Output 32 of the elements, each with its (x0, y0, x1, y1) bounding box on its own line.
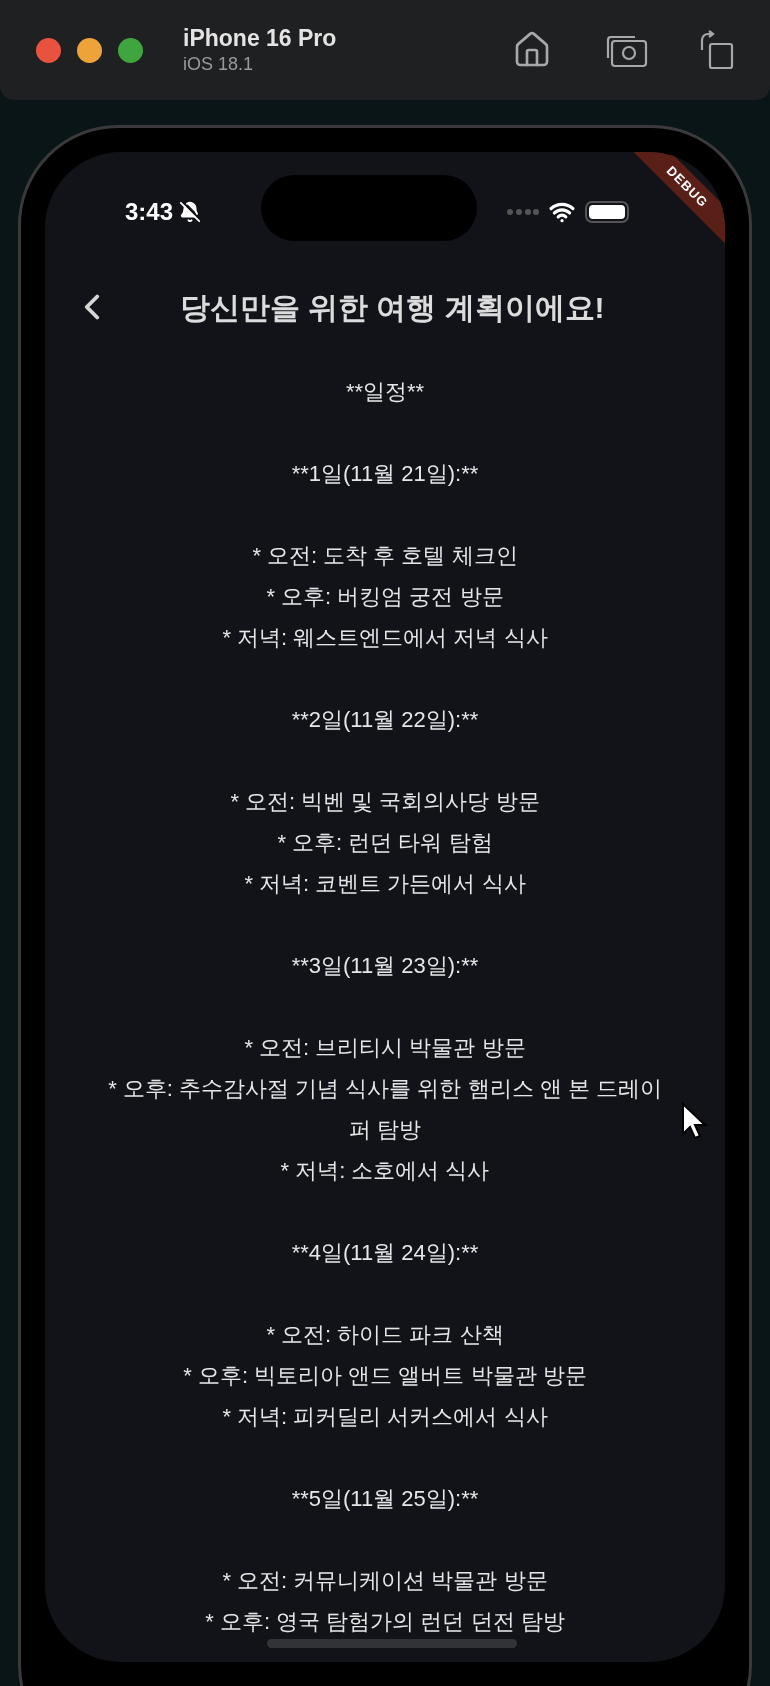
schedule-item: * 오후: 추수감사절 기념 식사를 위한 햄리스 앤 본 드레이퍼 탐방 (107, 1075, 663, 1144)
cursor-icon (681, 1102, 707, 1140)
schedule-item: * 오후: 영국 탐험가의 런던 던전 탐방 (205, 1608, 565, 1636)
schedule-item: * 오후: 런던 타워 탐험 (277, 829, 493, 857)
minimize-icon[interactable] (77, 37, 102, 63)
signal-icon (507, 209, 539, 215)
day-heading: **2일(11월 22일):** (291, 706, 479, 734)
plan-heading: **일정** (345, 378, 425, 406)
schedule-item: * 오전: 도착 후 호텔 체크인 (252, 542, 518, 570)
window-title: iPhone 16 Pro (183, 24, 337, 54)
schedule-item: * 오전: 커뮤니케이션 박물관 방문 (222, 1567, 548, 1595)
schedule-item: * 저녁: 소호에서 식사 (280, 1157, 490, 1185)
schedule-item: * 오전: 빅벤 및 국회의사당 방문 (230, 788, 540, 816)
schedule-item: * 오후: 빅토리아 앤드 앨버트 박물관 방문 (183, 1362, 587, 1390)
schedule-item: * 저녁: 코벤트 가든에서 식사 (244, 870, 526, 898)
schedule-item: * 오후: 버킹엄 궁전 방문 (266, 583, 504, 611)
schedule-item: * 저녁: 피커딜리 서커스에서 식사 (222, 1403, 548, 1431)
rotate-icon[interactable] (700, 30, 734, 70)
day-heading: **1일(11월 21일):** (291, 460, 479, 488)
schedule-item: * 저녁: 웨스트엔드에서 저녁 식사 (222, 624, 548, 652)
close-icon[interactable] (36, 37, 61, 63)
day-heading: **3일(11월 23일):** (291, 952, 479, 980)
schedule-item: * 오전: 브리티시 박물관 방문 (244, 1034, 526, 1062)
window-subtitle: iOS 18.1 (183, 53, 255, 76)
bell-off-icon (179, 201, 202, 223)
schedule-item: * 오전: 하이드 파크 산책 (266, 1321, 504, 1349)
day-heading: **4일(11월 24일):** (291, 1239, 479, 1267)
battery-icon (585, 201, 629, 223)
zoom-icon[interactable] (118, 37, 143, 63)
page-title: 당신만을 위한 여행 계획이에요! (178, 289, 605, 326)
day-heading: **5일(11월 25일):** (291, 1485, 479, 1513)
status-time: 3:43 (125, 197, 174, 227)
